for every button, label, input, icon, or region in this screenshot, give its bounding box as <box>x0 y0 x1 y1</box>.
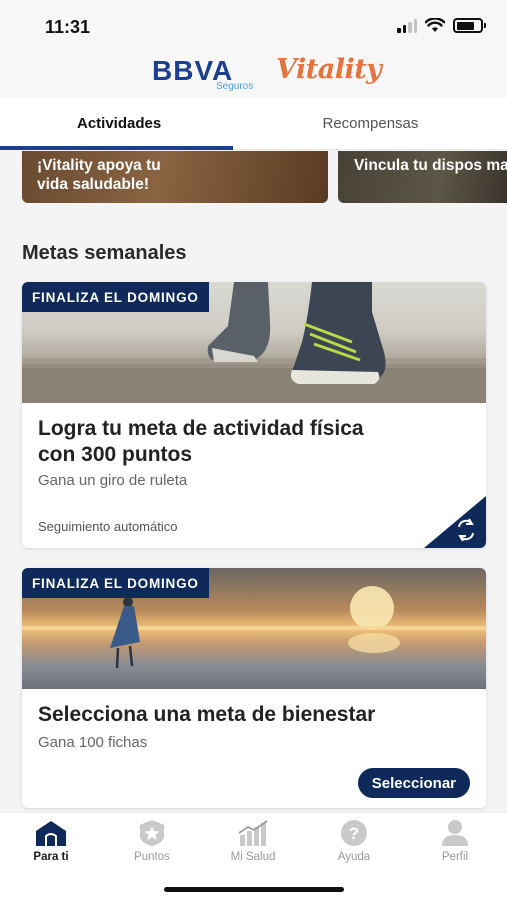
status-icons <box>397 18 486 33</box>
status-time: 11:31 <box>45 17 91 37</box>
goal-card-activity[interactable]: FINALIZA EL DOMINGO Logra tu meta de act… <box>22 282 486 548</box>
goal-card-wellbeing[interactable]: FINALIZA EL DOMINGO Selecciona una meta … <box>22 568 486 808</box>
tab-recompensas[interactable]: Recompensas <box>254 98 507 149</box>
nav-item-para-ti[interactable]: Para ti <box>11 819 91 863</box>
nav-label: Mi Salud <box>230 851 276 863</box>
logo-header: BBVA Seguros Vitality <box>0 52 507 98</box>
cellular-signal-icon <box>397 18 417 33</box>
card-title: Logra tu meta de actividad física con 30… <box>38 417 364 466</box>
nav-label: Puntos <box>134 851 170 863</box>
svg-text:?: ? <box>349 824 359 843</box>
sync-icon <box>424 496 486 548</box>
nav-item-perfil[interactable]: Perfil <box>415 819 495 863</box>
promo-banner-text: Vincula tu dispos maximiza tus rec <box>354 157 507 174</box>
home-icon <box>36 821 66 846</box>
deadline-badge: FINALIZA EL DOMINGO <box>22 568 209 598</box>
battery-icon <box>453 18 486 33</box>
promo-banner-text: ¡Vitality apoya tu vida saludable! <box>37 157 161 193</box>
card-subtitle: Gana 100 fichas <box>38 734 148 751</box>
tab-actividades[interactable]: Actividades <box>0 98 254 150</box>
card-subtitle: Gana un giro de ruleta <box>38 472 188 489</box>
health-chart-icon <box>238 820 268 846</box>
profile-icon <box>442 820 468 846</box>
active-tab-indicator <box>0 146 233 150</box>
promo-banner-link-device[interactable]: Vincula tu dispos maximiza tus rec <box>338 151 507 203</box>
nav-item-puntos[interactable]: Puntos <box>112 819 192 863</box>
wifi-icon <box>425 18 445 32</box>
tracking-label: Seguimiento automático <box>38 519 178 534</box>
help-icon: ? <box>341 820 367 846</box>
nav-label: Ayuda <box>337 851 371 863</box>
card-image-sunset: FINALIZA EL DOMINGO <box>22 568 486 689</box>
tab-recompensas-label: Recompensas <box>322 115 419 132</box>
home-indicator <box>164 887 344 892</box>
nav-item-ayuda[interactable]: ? Ayuda <box>314 819 394 863</box>
bottom-nav: Para ti Puntos Mi Salud ? Ayuda Perfil <box>0 812 507 900</box>
nav-label: Para ti <box>33 851 69 863</box>
section-title: Metas semanales <box>22 242 187 264</box>
tab-actividades-label: Actividades <box>77 115 162 132</box>
promo-banner-vitality[interactable]: ¡Vitality apoya tu vida saludable! <box>22 151 328 203</box>
points-badge-icon <box>140 820 164 846</box>
deadline-badge: FINALIZA EL DOMINGO <box>22 282 209 312</box>
nav-item-mi-salud[interactable]: Mi Salud <box>213 819 293 863</box>
card-title: Selecciona una meta de bienestar <box>38 703 376 726</box>
bbva-seguros-label: Seguros <box>216 81 254 92</box>
nav-label: Perfil <box>441 851 469 863</box>
select-goal-button[interactable]: Seleccionar <box>357 768 470 798</box>
card-image-running-shoes: FINALIZA EL DOMINGO <box>22 282 486 403</box>
vitality-logo: Vitality <box>276 54 382 85</box>
tab-bar: Actividades Recompensas <box>0 98 507 150</box>
status-bar: 11:31 <box>0 0 507 52</box>
